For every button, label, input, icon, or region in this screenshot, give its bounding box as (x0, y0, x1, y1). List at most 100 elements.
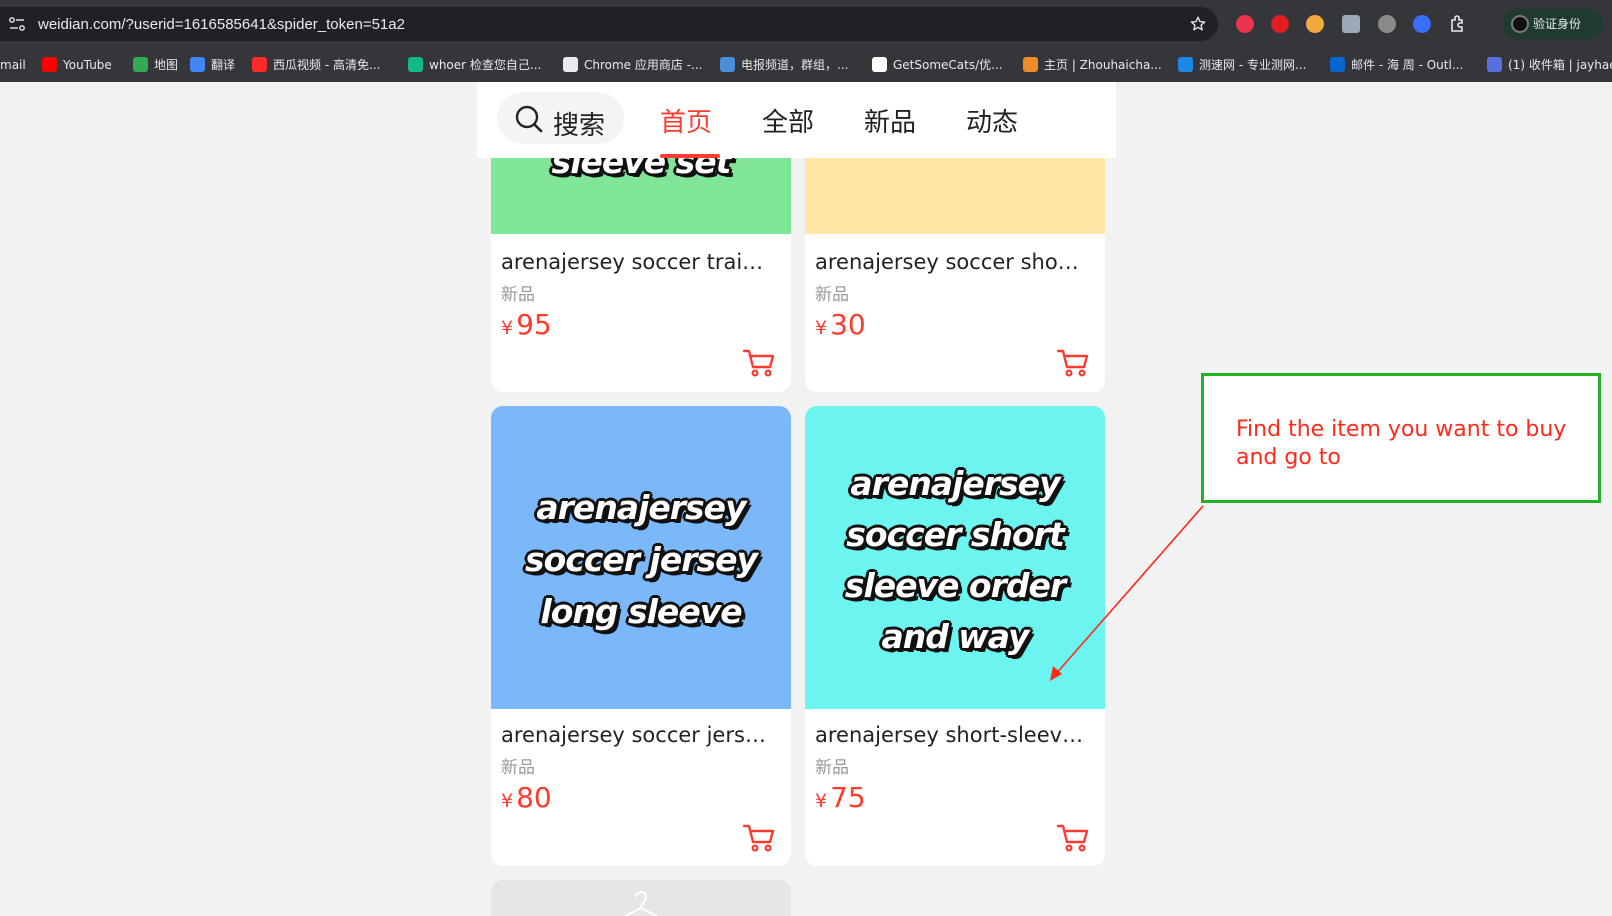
bookmark-item[interactable]: 翻译 (190, 57, 235, 73)
bookmark-favicon-icon (563, 57, 578, 72)
product-price: ¥75 (815, 781, 866, 814)
add-to-cart-icon[interactable] (743, 823, 775, 853)
bookmark-item[interactable]: whoer 检查您自己... (408, 57, 541, 73)
price-value: 80 (516, 781, 552, 814)
bookmark-favicon-icon (133, 57, 148, 72)
bookmark-label: whoer 检查您自己... (429, 58, 542, 72)
product-card[interactable]: arenajersey soccer short sleeve order an… (805, 406, 1105, 866)
extensions-puzzle-icon[interactable] (1448, 14, 1468, 34)
tab-feed[interactable]: 动态 (966, 102, 1018, 139)
bookmark-item[interactable]: 地图 (133, 57, 178, 73)
currency-symbol: ¥ (815, 790, 828, 812)
product-image[interactable]: arenajersey soccer jersey long sleeve (491, 406, 791, 709)
product-title[interactable]: arenajersey short-sleeve ... (815, 723, 1085, 747)
product-image[interactable] (805, 158, 1105, 234)
product-title[interactable]: arenajersey soccer jerse... (501, 723, 771, 747)
tab-all[interactable]: 全部 (762, 102, 814, 139)
bookmark-label: (1) 收件箱 | jayhae... (1508, 58, 1612, 72)
price-value: 95 (516, 308, 552, 341)
new-badge: 新品 (501, 285, 535, 305)
extension-icon[interactable] (1236, 15, 1254, 33)
annotation-callout: Find the item you want to buy and go to (1201, 373, 1601, 503)
bookmark-item[interactable]: YouTube (42, 57, 112, 73)
price-value: 30 (830, 308, 866, 341)
bookmark-favicon-icon (252, 57, 267, 72)
extension-icon[interactable] (1342, 15, 1360, 33)
product-card[interactable]: arenajersey soccer short... 新品 ¥30 (805, 158, 1105, 392)
new-badge: 新品 (501, 758, 535, 778)
extension-icon[interactable] (1413, 15, 1431, 33)
tab-home[interactable]: 首页 (660, 102, 712, 139)
product-image-text: soccer jersey (524, 540, 758, 579)
product-card[interactable]: arenajersey soccer jersey long sleeve ar… (491, 406, 791, 866)
verify-label: 验证身份 (1533, 17, 1582, 31)
product-image[interactable]: sleeve set (491, 158, 791, 234)
product-image-text: arenajersey (850, 464, 1060, 503)
bookmark-favicon-icon (190, 57, 205, 72)
bookmark-label: 地图 (154, 58, 179, 72)
product-image[interactable]: arenajersey soccer short sleeve order an… (805, 406, 1105, 709)
tab-new[interactable]: 新品 (864, 102, 916, 139)
bookmark-item[interactable]: 测速网 - 专业测网... (1178, 57, 1306, 73)
price-value: 75 (830, 781, 866, 814)
bookmark-item[interactable]: GetSomeCats/优... (872, 57, 1003, 73)
currency-symbol: ¥ (815, 317, 828, 339)
product-card[interactable]: sleeve set arenajersey soccer traini... … (491, 158, 791, 392)
bookmark-item[interactable]: Chrome 应用商店 -... (563, 57, 702, 73)
product-title[interactable]: arenajersey soccer traini... (501, 250, 771, 274)
site-settings-icon[interactable] (9, 17, 25, 31)
bookmarks-bar: mail YouTube 地图 翻译 西瓜视频 - 高清免... whoer 检查您自己.… (0, 48, 1612, 82)
currency-symbol: ¥ (501, 317, 514, 339)
bookmark-item[interactable]: 西瓜视频 - 高清免... (252, 57, 380, 73)
bookmark-item[interactable]: 主页 | Zhouhaicha... (1023, 57, 1162, 73)
product-price: ¥80 (501, 781, 552, 814)
bookmark-label: 西瓜视频 - 高清免... (273, 58, 381, 72)
profile-avatar-icon (1511, 15, 1529, 33)
bookmark-label: mail (0, 58, 26, 72)
bookmark-favicon-icon (42, 57, 57, 72)
add-to-cart-icon[interactable] (1057, 348, 1089, 378)
product-image-text: sleeve set (551, 158, 732, 181)
url-text[interactable]: weidian.com/?userid=1616585641&spider_to… (38, 16, 405, 33)
address-bar[interactable]: weidian.com/?userid=1616585641&spider_to… (0, 7, 1218, 41)
hanger-icon (624, 891, 658, 916)
bookmark-favicon-icon (1178, 57, 1193, 72)
bookmark-item[interactable]: 电报频道，群组，... (720, 57, 848, 73)
search-button[interactable]: 搜索 (497, 92, 624, 144)
new-badge: 新品 (815, 758, 849, 778)
bookmark-favicon-icon (1487, 57, 1502, 72)
product-price: ¥95 (501, 308, 552, 341)
product-image-text: long sleeve (540, 592, 742, 631)
store-nav: 搜索 首页 全部 新品 动态 (477, 82, 1116, 158)
bookmark-favicon-icon (872, 57, 887, 72)
bookmark-label: GetSomeCats/优... (893, 58, 1003, 72)
product-title[interactable]: arenajersey soccer short... (815, 250, 1085, 274)
extension-icon[interactable] (1306, 15, 1324, 33)
bookmark-label: 主页 | Zhouhaicha... (1044, 58, 1162, 72)
product-price: ¥30 (815, 308, 866, 341)
product-card[interactable] (491, 880, 791, 916)
bookmark-label: Chrome 应用商店 -... (584, 58, 703, 72)
product-image-text: soccer short (846, 515, 1064, 554)
bookmark-star-icon[interactable] (1189, 15, 1207, 33)
extension-icon[interactable] (1271, 15, 1289, 33)
add-to-cart-icon[interactable] (1057, 823, 1089, 853)
bookmark-label: YouTube (63, 58, 112, 72)
bookmark-favicon-icon (1330, 57, 1345, 72)
bookmark-favicon-icon (408, 57, 423, 72)
search-icon (515, 105, 543, 133)
browser-toolbar: weidian.com/?userid=1616585641&spider_to… (0, 0, 1612, 48)
add-to-cart-icon[interactable] (743, 348, 775, 378)
bookmark-item[interactable]: (1) 收件箱 | jayhae... (1487, 57, 1612, 73)
bookmark-favicon-icon (720, 57, 735, 72)
bookmark-item[interactable]: mail (0, 57, 26, 73)
bookmark-label: 测速网 - 专业测网... (1199, 58, 1307, 72)
extension-icon[interactable] (1378, 15, 1396, 33)
bookmark-label: 邮件 - 海 周 - Outl... (1351, 58, 1464, 72)
verify-identity-button[interactable]: 验证身份 (1503, 9, 1603, 39)
product-image-text: sleeve order (844, 566, 1066, 605)
bookmark-item[interactable]: 邮件 - 海 周 - Outl... (1330, 57, 1463, 73)
search-label: 搜索 (553, 111, 606, 141)
bookmark-label: 电报频道，群组，... (741, 58, 849, 72)
new-badge: 新品 (815, 285, 849, 305)
